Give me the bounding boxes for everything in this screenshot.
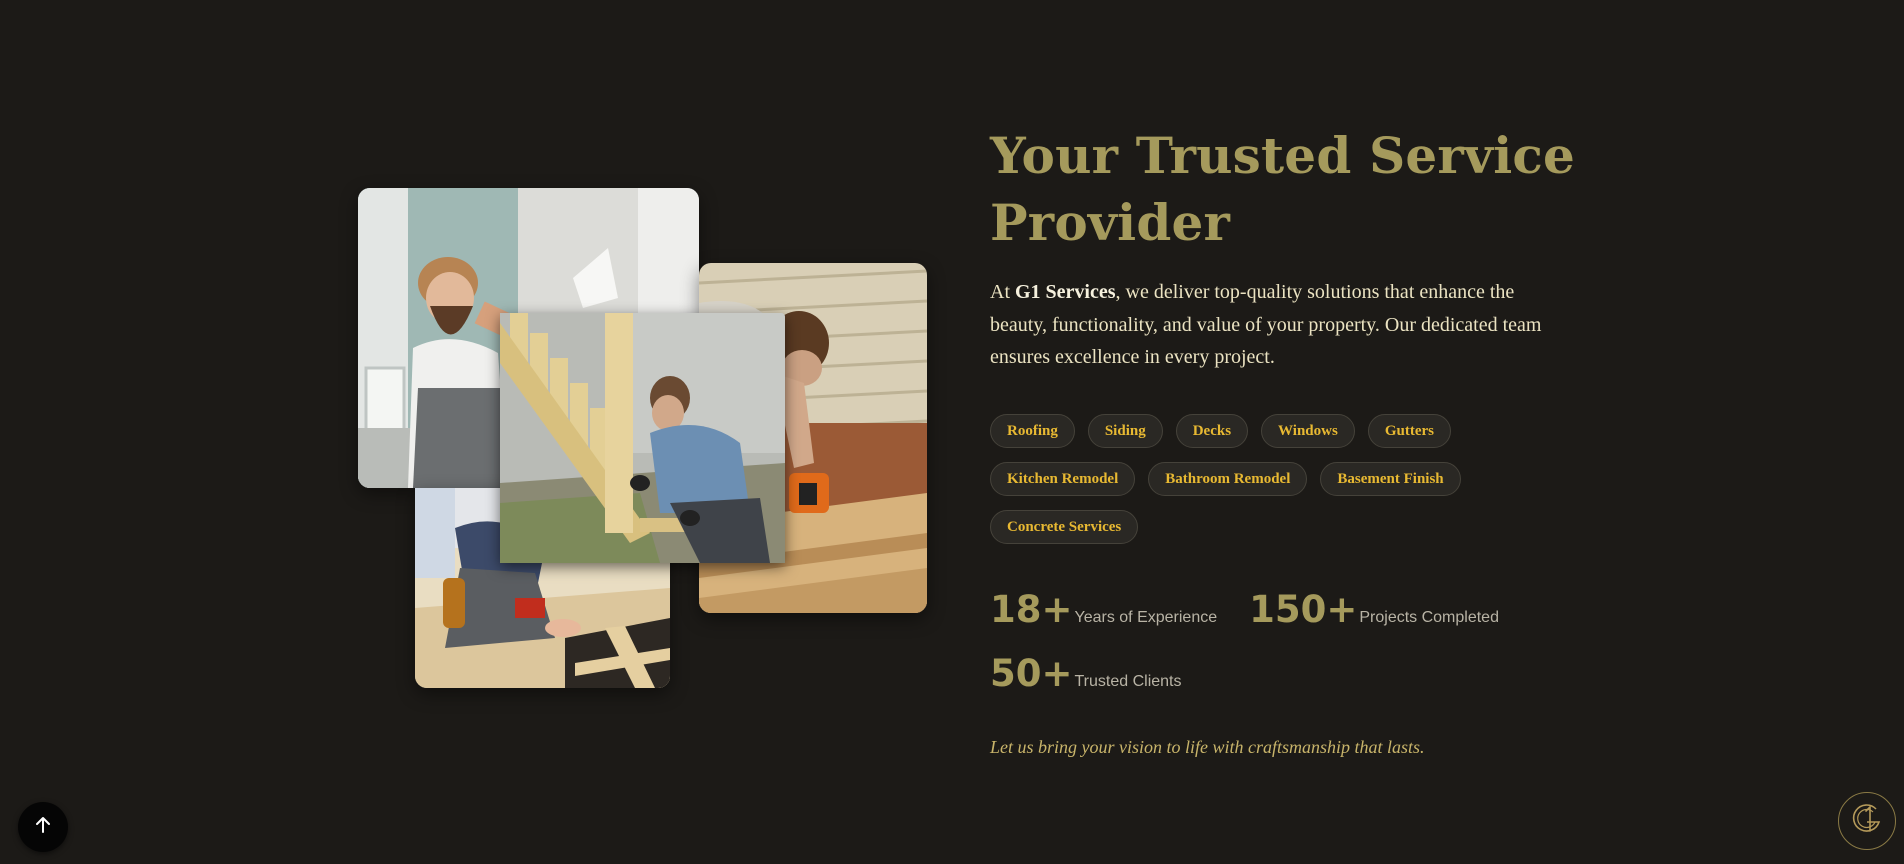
stat-number: 50+ [990, 651, 1073, 695]
tagline: Let us bring your vision to life with cr… [990, 736, 1425, 757]
company-name: G1 Services [1015, 281, 1116, 303]
tag-roofing[interactable]: Roofing [990, 413, 1075, 448]
stat-trusted-clients: 50+ Trusted Clients [990, 651, 1550, 695]
photo-collage [358, 188, 927, 688]
stat-label: Projects Completed [1359, 608, 1499, 626]
stat-number: 18+ [990, 587, 1073, 631]
stat-label: Years of Experience [1074, 608, 1218, 626]
tag-kitchen-remodel[interactable]: Kitchen Remodel [990, 461, 1136, 496]
tag-basement-finish[interactable]: Basement Finish [1320, 461, 1461, 496]
intro-paragraph: At G1 Services, we deliver top-quality s… [990, 276, 1550, 374]
photo-building-stairs [500, 313, 785, 563]
stat-projects-completed: 150+ Projects Completed [1249, 587, 1499, 631]
about-section: Your Trusted Service Provider At G1 Serv… [990, 122, 1590, 758]
g1-logo-badge[interactable] [1838, 792, 1896, 850]
page-title: Your Trusted Service Provider [990, 126, 1576, 252]
tag-bathroom-remodel[interactable]: Bathroom Remodel [1148, 461, 1308, 496]
stat-number: 150+ [1249, 587, 1358, 631]
stats-list: 18+ Years of Experience 150+ Projects Co… [990, 587, 1550, 695]
tag-concrete-services[interactable]: Concrete Services [990, 509, 1139, 544]
scroll-to-top-button[interactable] [18, 802, 68, 852]
tag-siding[interactable]: Siding [1087, 413, 1163, 448]
stat-label: Trusted Clients [1074, 672, 1182, 690]
arrow-up-icon [33, 815, 53, 839]
tag-gutters[interactable]: Gutters [1367, 413, 1451, 448]
intro-prefix: At [990, 281, 1015, 303]
tag-decks[interactable]: Decks [1175, 413, 1249, 448]
services-tag-list: Roofing Siding Decks Windows Gutters Kit… [990, 413, 1550, 544]
stat-years-experience: 18+ Years of Experience [990, 587, 1218, 631]
tag-windows[interactable]: Windows [1261, 413, 1355, 448]
g1-logo-icon [1846, 798, 1888, 844]
